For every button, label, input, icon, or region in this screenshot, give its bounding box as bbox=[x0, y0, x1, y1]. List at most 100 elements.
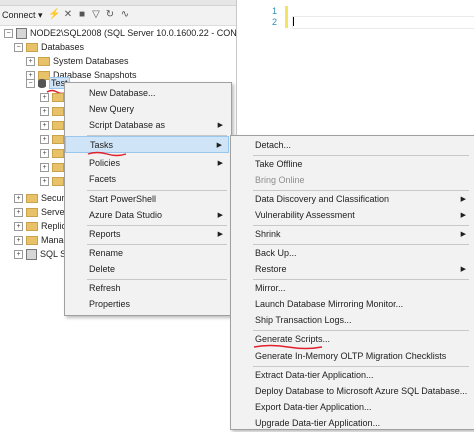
collapse-icon[interactable]: − bbox=[14, 43, 23, 53]
expand-icon[interactable]: + bbox=[40, 163, 49, 173]
folder-icon bbox=[52, 149, 64, 159]
tree-child-node[interactable]: + bbox=[40, 91, 67, 104]
filter-icon[interactable]: ▽ bbox=[90, 8, 102, 22]
menu-refresh[interactable]: Refresh bbox=[65, 280, 229, 297]
menu-script-database-as[interactable]: Script Database as ▶ bbox=[65, 117, 229, 134]
folder-icon bbox=[52, 135, 64, 145]
menu-shrink[interactable]: Shrink ▶ bbox=[231, 226, 472, 243]
menu-label: Reports bbox=[89, 229, 121, 239]
menu-data-discovery[interactable]: Data Discovery and Classification ▶ bbox=[231, 191, 472, 208]
line-number: 2 bbox=[272, 17, 278, 27]
folder-icon bbox=[52, 163, 64, 173]
change-margin bbox=[285, 6, 288, 28]
folder-icon bbox=[26, 43, 38, 53]
replication-label: Replic bbox=[41, 221, 67, 231]
menu-restore[interactable]: Restore ▶ bbox=[231, 261, 472, 278]
expand-icon[interactable]: + bbox=[14, 236, 23, 246]
connect-button[interactable]: Connect ▾ bbox=[2, 8, 44, 22]
menu-properties[interactable]: Properties bbox=[65, 296, 229, 313]
tree-management-node[interactable]: + Manag bbox=[14, 234, 69, 247]
folder-icon bbox=[52, 93, 64, 103]
expand-icon[interactable]: + bbox=[40, 135, 49, 145]
menu-extract-data-tier[interactable]: Extract Data-tier Application... bbox=[231, 367, 472, 384]
menu-label: Script Database as bbox=[89, 120, 166, 130]
stop-icon[interactable]: ■ bbox=[76, 8, 88, 22]
submenu-arrow-icon: ▶ bbox=[460, 212, 466, 219]
menu-delete[interactable]: Delete bbox=[65, 261, 229, 278]
menu-start-powershell[interactable]: Start PowerShell bbox=[65, 191, 229, 208]
menu-export-data-tier[interactable]: Export Data-tier Application... bbox=[231, 399, 472, 416]
menu-label: Policies bbox=[89, 158, 121, 168]
menu-vulnerability-assessment[interactable]: Vulnerability Assessment ▶ bbox=[231, 207, 472, 224]
submenu-arrow-icon: ▶ bbox=[217, 122, 223, 129]
tree-child-node[interactable]: + bbox=[40, 119, 67, 132]
submenu-arrow-icon: ▶ bbox=[217, 231, 223, 238]
tasks-submenu: Detach... Take Offline Bring Online Data… bbox=[230, 135, 474, 430]
menu-label: Restore bbox=[255, 264, 287, 274]
database-icon bbox=[38, 79, 46, 89]
tree-replication-node[interactable]: + Replic bbox=[14, 220, 66, 233]
folder-icon bbox=[26, 194, 38, 204]
menu-azure-data-studio[interactable]: Azure Data Studio ▶ bbox=[65, 207, 229, 224]
connect-icon[interactable]: ⚡ bbox=[48, 8, 60, 22]
folder-icon bbox=[38, 57, 50, 67]
menu-label: Vulnerability Assessment bbox=[255, 210, 355, 220]
security-label: Securi bbox=[41, 193, 67, 203]
submenu-arrow-icon: ▶ bbox=[217, 212, 223, 219]
activity-monitor-icon[interactable]: ∿ bbox=[118, 8, 132, 22]
expand-icon[interactable]: + bbox=[14, 208, 23, 218]
database-context-menu: New Database... New Query Script Databas… bbox=[64, 82, 232, 316]
tree-child-node[interactable]: + bbox=[40, 133, 67, 146]
folder-icon bbox=[26, 222, 38, 232]
tree-server-objects-node[interactable]: + Server bbox=[14, 206, 68, 219]
menu-mirror[interactable]: Mirror... bbox=[231, 280, 472, 297]
disconnect-icon[interactable]: ✕ bbox=[62, 8, 74, 22]
menu-generate-oltp-checklists[interactable]: Generate In-Memory OLTP Migration Checkl… bbox=[231, 348, 472, 365]
menu-mirroring-monitor[interactable]: Launch Database Mirroring Monitor... bbox=[231, 296, 472, 313]
tree-child-node[interactable]: + bbox=[40, 105, 67, 118]
menu-ship-transaction-logs[interactable]: Ship Transaction Logs... bbox=[231, 312, 472, 329]
collapse-icon[interactable]: − bbox=[4, 29, 13, 39]
expand-icon[interactable]: + bbox=[40, 93, 49, 103]
tree-sql-agent-node[interactable]: + SQL Se bbox=[14, 248, 71, 261]
tree-databases-node[interactable]: − Databases bbox=[14, 41, 84, 54]
menu-back-up[interactable]: Back Up... bbox=[231, 245, 472, 262]
tree-child-node[interactable]: + bbox=[40, 147, 67, 160]
menu-rename[interactable]: Rename bbox=[65, 245, 229, 262]
menu-reports[interactable]: Reports ▶ bbox=[65, 226, 229, 243]
tree-security-node[interactable]: + Securi bbox=[14, 192, 67, 205]
menu-new-database[interactable]: New Database... bbox=[65, 85, 229, 102]
submenu-arrow-icon: ▶ bbox=[460, 196, 466, 203]
menu-upgrade-data-tier[interactable]: Upgrade Data-tier Application... bbox=[231, 415, 472, 432]
refresh-icon[interactable]: ↻ bbox=[104, 8, 116, 22]
menu-detach[interactable]: Detach... bbox=[231, 137, 472, 154]
submenu-arrow-icon: ▶ bbox=[216, 142, 222, 149]
submenu-arrow-icon: ▶ bbox=[460, 266, 466, 273]
expand-icon[interactable]: + bbox=[26, 57, 35, 67]
expand-icon[interactable]: + bbox=[14, 222, 23, 232]
menu-label: Tasks bbox=[90, 140, 114, 150]
expand-icon[interactable]: + bbox=[40, 107, 49, 117]
menu-new-query[interactable]: New Query bbox=[65, 101, 229, 118]
menu-policies[interactable]: Policies ▶ bbox=[65, 155, 229, 172]
collapse-icon[interactable]: − bbox=[26, 79, 35, 89]
expand-icon[interactable]: + bbox=[40, 149, 49, 159]
text-caret bbox=[293, 17, 294, 26]
databases-label: Databases bbox=[41, 42, 85, 52]
menu-take-offline[interactable]: Take Offline bbox=[231, 156, 472, 173]
tree-child-node[interactable]: + bbox=[40, 175, 67, 188]
expand-icon[interactable]: + bbox=[14, 194, 23, 204]
server-icon bbox=[16, 28, 27, 40]
menu-deploy-azure-sql[interactable]: Deploy Database to Microsoft Azure SQL D… bbox=[231, 383, 472, 400]
folder-icon bbox=[26, 236, 38, 246]
menu-facets[interactable]: Facets bbox=[65, 171, 229, 188]
tree-server-node[interactable]: − NODE2\SQL2008 (SQL Server 10.0.1600.22 … bbox=[4, 27, 236, 40]
expand-icon[interactable]: + bbox=[14, 250, 23, 260]
tree-system-databases[interactable]: + System Databases bbox=[26, 55, 129, 68]
expand-icon[interactable]: + bbox=[40, 177, 49, 187]
tree-child-node[interactable]: + bbox=[40, 161, 67, 174]
line-number: 1 bbox=[272, 6, 278, 16]
system-databases-label: System Databases bbox=[53, 56, 129, 66]
expand-icon[interactable]: + bbox=[40, 121, 49, 131]
menu-label: Data Discovery and Classification bbox=[255, 194, 390, 204]
